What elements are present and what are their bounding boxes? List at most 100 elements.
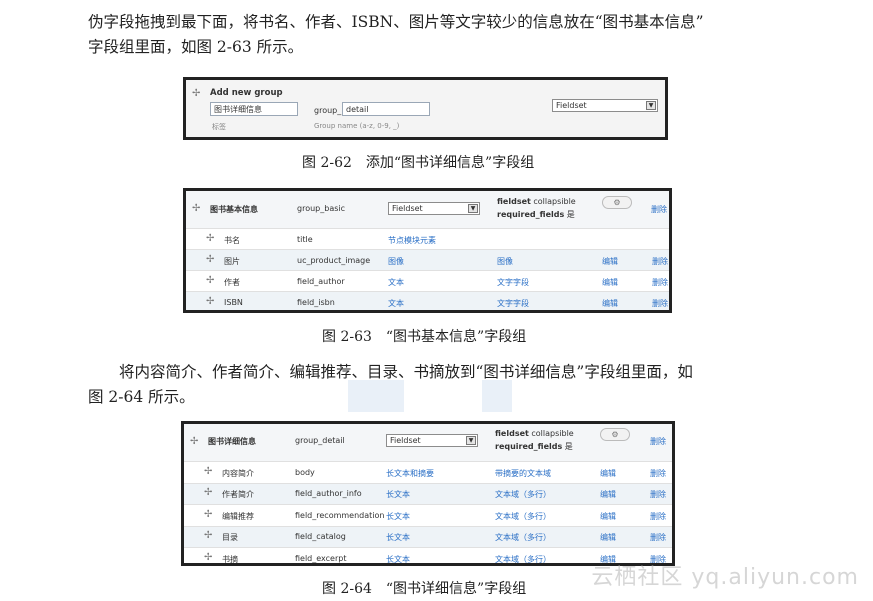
settings-key: fieldset bbox=[497, 197, 531, 206]
field-delete-link[interactable]: 删除 bbox=[650, 532, 666, 543]
field-type[interactable]: 长文本和摘要 bbox=[386, 468, 434, 479]
drag-handle-icon[interactable]: ✢ bbox=[206, 233, 214, 244]
drag-handle-icon[interactable]: ✢ bbox=[204, 487, 212, 498]
field-delete-link[interactable]: 删除 bbox=[652, 277, 668, 288]
middle-line-2: 图 2-64 所示。 bbox=[88, 388, 195, 406]
drag-handle-icon[interactable]: ✢ bbox=[206, 296, 214, 307]
field-machine-name: body bbox=[295, 467, 315, 477]
gear-icon[interactable]: ⚙ bbox=[602, 196, 632, 209]
drag-handle-icon[interactable]: ✢ bbox=[206, 275, 214, 286]
group-label-input[interactable]: 图书详细信息 bbox=[210, 102, 298, 116]
figure-2-64-caption: 图 2-64 “图书详细信息”字段组 bbox=[322, 581, 527, 597]
figure-2-63-caption: 图 2-63 “图书基本信息”字段组 bbox=[322, 329, 527, 345]
delete-group-link[interactable]: 删除 bbox=[650, 436, 666, 447]
field-type[interactable]: 文本 bbox=[388, 298, 404, 309]
field-label: 作者 bbox=[224, 277, 240, 287]
settings-key: required_fields bbox=[495, 442, 563, 451]
group-widget-select[interactable]: Fieldset ▼ bbox=[388, 202, 480, 215]
drag-handle-icon[interactable]: ✢ bbox=[204, 552, 212, 563]
add-new-group-panel: ✢ Add new group 图书详细信息 标签 group_ detail … bbox=[183, 77, 668, 140]
field-edit-link[interactable]: 编辑 bbox=[600, 532, 616, 543]
field-label: 内容简介 bbox=[222, 468, 254, 478]
group-name-caption: Group name (a-z, 0-9, _) bbox=[314, 122, 400, 130]
chevron-down-icon[interactable]: ▼ bbox=[466, 436, 476, 445]
field-row: ✢ ISBN field_isbn 文本 文字字段 编辑 删除 bbox=[186, 291, 669, 310]
settings-key: fieldset bbox=[495, 429, 529, 438]
field-label: 作者简介 bbox=[222, 490, 254, 500]
drag-handle-icon[interactable]: ✢ bbox=[206, 254, 214, 265]
field-edit-link[interactable]: 编辑 bbox=[600, 489, 616, 500]
field-widget[interactable]: 文字字段 bbox=[497, 277, 529, 288]
group-widget-select[interactable]: Fieldset ▼ bbox=[386, 434, 478, 447]
field-machine-name: field_author bbox=[297, 276, 345, 286]
field-widget[interactable]: 文字字段 bbox=[497, 298, 529, 309]
label-caption: 标签 bbox=[212, 123, 226, 131]
drag-handle-icon[interactable]: ✢ bbox=[190, 436, 198, 447]
intro-line-1: 伪字段拖拽到最下面，将书名、作者、ISBN、图片等文字较少的信息放在“图书基本信… bbox=[88, 13, 704, 31]
settings-key: required_fields bbox=[497, 210, 565, 219]
field-machine-name: field_author_info bbox=[295, 489, 362, 499]
drag-handle-icon[interactable]: ✢ bbox=[204, 509, 212, 520]
field-delete-link[interactable]: 删除 bbox=[650, 468, 666, 479]
field-label: ISBN bbox=[224, 297, 243, 307]
field-widget[interactable]: 文本域（多行） bbox=[495, 511, 551, 522]
fields-table-basic: ✢ 图书基本信息 group_basic Fieldset ▼ fieldset… bbox=[183, 188, 672, 313]
group-label: 图书基本信息 bbox=[210, 205, 258, 214]
drag-handle-icon[interactable]: ✢ bbox=[204, 530, 212, 541]
group-settings-line-2: required_fields 是 bbox=[497, 209, 575, 220]
field-machine-name: field_recommendation bbox=[295, 510, 385, 520]
settings-value: 是 bbox=[566, 210, 575, 219]
field-edit-link[interactable]: 编辑 bbox=[602, 256, 618, 267]
field-widget[interactable]: 文本域（多行） bbox=[495, 532, 551, 543]
gear-icon[interactable]: ⚙ bbox=[600, 428, 630, 441]
field-label: 编辑推荐 bbox=[222, 511, 254, 521]
chevron-down-icon[interactable]: ▼ bbox=[646, 101, 656, 110]
drag-handle-icon[interactable]: ✢ bbox=[204, 466, 212, 477]
chevron-down-icon[interactable]: ▼ bbox=[468, 204, 478, 213]
field-machine-name: uc_product_image bbox=[297, 255, 371, 265]
settings-value: collapsible bbox=[533, 197, 576, 206]
field-widget[interactable]: 图像 bbox=[497, 256, 513, 267]
group-settings-line-1: fieldset collapsible bbox=[495, 429, 574, 438]
field-row: ✢ 内容简介 body 长文本和摘要 带摘要的文本域 编辑 删除 bbox=[184, 461, 672, 483]
field-row: ✢ 作者简介 field_author_info 长文本 文本域（多行） 编辑 删除 bbox=[184, 482, 672, 504]
field-edit-link[interactable]: 编辑 bbox=[602, 298, 618, 309]
field-widget[interactable]: 带摘要的文本域 bbox=[495, 468, 551, 479]
figure-2-62-caption: 图 2-62 添加“图书详细信息”字段组 bbox=[302, 155, 535, 171]
field-type[interactable]: 长文本 bbox=[386, 554, 410, 563]
field-type[interactable]: 长文本 bbox=[386, 511, 410, 522]
field-widget[interactable]: 文本域（多行） bbox=[495, 554, 551, 563]
field-machine-name: field_isbn bbox=[297, 297, 335, 307]
intro-paragraph: 伪字段拖拽到最下面，将书名、作者、ISBN、图片等文字较少的信息放在“图书基本信… bbox=[88, 10, 788, 60]
field-type[interactable]: 长文本 bbox=[386, 532, 410, 543]
field-machine-name: field_excerpt bbox=[295, 553, 347, 563]
field-row: ✢ 目录 field_catalog 长文本 文本域（多行） 编辑 删除 bbox=[184, 525, 672, 547]
delete-group-link[interactable]: 删除 bbox=[651, 204, 667, 215]
field-edit-link[interactable]: 编辑 bbox=[600, 468, 616, 479]
drag-handle-icon[interactable]: ✢ bbox=[192, 203, 200, 214]
field-type[interactable]: 图像 bbox=[388, 256, 404, 267]
group-name-input[interactable]: detail bbox=[342, 102, 430, 116]
field-delete-link[interactable]: 删除 bbox=[650, 489, 666, 500]
group-row-detail: ✢ 图书详细信息 group_detail Fieldset ▼ fieldse… bbox=[184, 424, 672, 461]
field-delete-link[interactable]: 删除 bbox=[650, 511, 666, 522]
field-edit-link[interactable]: 编辑 bbox=[600, 511, 616, 522]
middle-line-1: 将内容简介、作者简介、编辑推荐、目录、书摘放到“图书详细信息”字段组里面，如 bbox=[119, 363, 693, 381]
group-settings-line-2: required_fields 是 bbox=[495, 441, 573, 452]
settings-value: 是 bbox=[564, 442, 573, 451]
field-delete-link[interactable]: 删除 bbox=[652, 256, 668, 267]
field-machine-name: field_catalog bbox=[295, 532, 346, 542]
field-edit-link[interactable]: 编辑 bbox=[602, 277, 618, 288]
field-type[interactable]: 节点模块元素 bbox=[388, 235, 436, 246]
group-prefix: group_ bbox=[314, 106, 342, 115]
field-label: 图片 bbox=[224, 256, 240, 266]
field-type[interactable]: 长文本 bbox=[386, 489, 410, 500]
field-delete-link[interactable]: 删除 bbox=[652, 298, 668, 309]
fields-table-detail: ✢ 图书详细信息 group_detail Fieldset ▼ fieldse… bbox=[181, 421, 675, 566]
group-widget-value: Fieldset bbox=[392, 204, 423, 213]
group-label: 图书详细信息 bbox=[208, 437, 256, 446]
field-type[interactable]: 文本 bbox=[388, 277, 404, 288]
widget-select[interactable]: Fieldset ▼ bbox=[552, 99, 658, 112]
field-widget[interactable]: 文本域（多行） bbox=[495, 489, 551, 500]
drag-handle-icon[interactable]: ✢ bbox=[192, 88, 200, 99]
